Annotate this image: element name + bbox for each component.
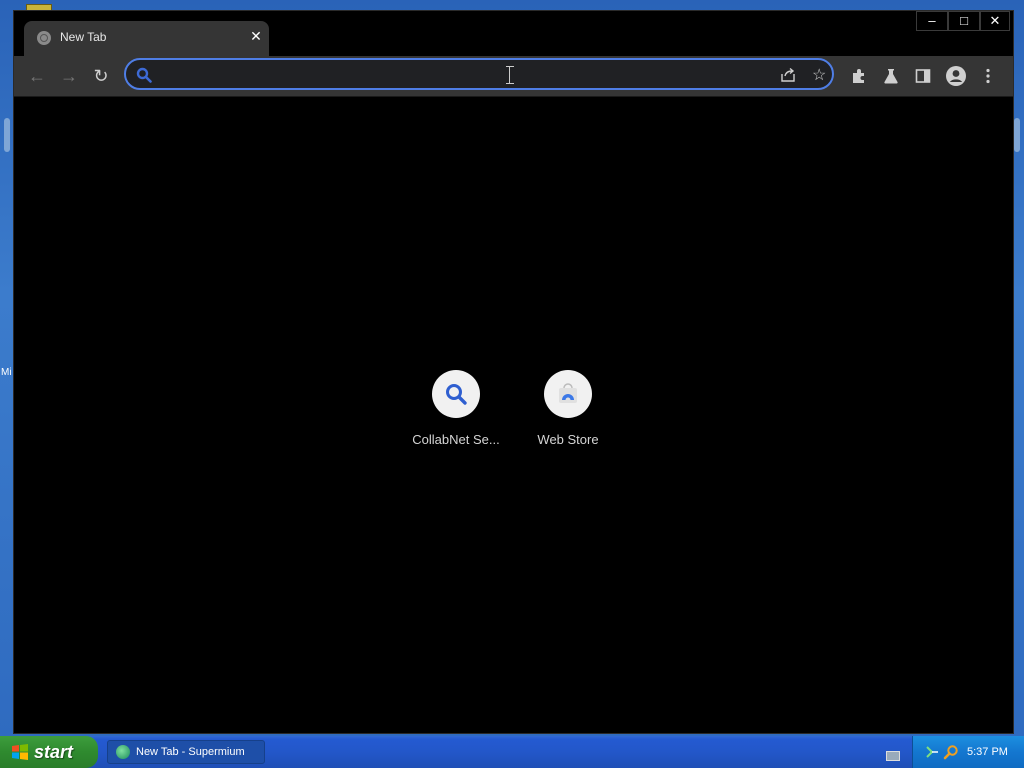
keyboard-icon[interactable] <box>886 751 900 761</box>
more-menu-icon[interactable] <box>980 67 996 85</box>
back-button[interactable]: ← <box>26 65 48 87</box>
minimize-button[interactable]: – <box>916 11 948 31</box>
tab-title: New Tab <box>60 30 107 44</box>
desktop-icon-label-partial: Mi <box>1 367 12 378</box>
tab-new-tab[interactable]: New Tab ✕ <box>24 21 269 56</box>
shortcut-web-store[interactable]: Web Store <box>518 370 618 447</box>
system-tray: 5:37 PM <box>912 736 1024 768</box>
browser-window: New Tab ✕ – □ ✕ ← → ↻ ☆ CollabNet Se... … <box>13 10 1014 734</box>
clock: 5:37 PM <box>967 746 1008 758</box>
supermium-icon <box>116 745 130 759</box>
web-store-icon <box>559 383 577 403</box>
reload-button[interactable]: ↻ <box>90 65 112 87</box>
shortcut-tile <box>432 370 480 418</box>
shortcut-tile <box>544 370 592 418</box>
profile-avatar-icon[interactable] <box>945 65 967 87</box>
taskbar-button-supermium[interactable]: New Tab - Supermium <box>107 740 265 764</box>
globe-icon <box>37 31 51 45</box>
search-icon <box>446 384 467 405</box>
shortcut-label: CollabNet Se... <box>412 432 500 447</box>
desktop-edge-left <box>4 118 10 152</box>
address-bar[interactable]: ☆ <box>124 58 834 90</box>
network-icon[interactable] <box>925 745 939 759</box>
start-button[interactable]: start <box>0 736 98 768</box>
bookmark-star-icon[interactable]: ☆ <box>812 65 826 85</box>
share-icon[interactable] <box>779 66 797 84</box>
maximize-button[interactable]: □ <box>948 11 980 31</box>
omnibox-input[interactable] <box>162 64 766 86</box>
close-window-button[interactable]: ✕ <box>980 11 1010 31</box>
toolbar: ← → ↻ ☆ <box>14 56 1013 97</box>
text-cursor-icon <box>506 66 516 84</box>
labs-flask-icon[interactable] <box>882 67 900 85</box>
taskbar: start New Tab - Supermium 5:37 PM <box>0 736 1024 768</box>
tab-close-icon[interactable]: ✕ <box>248 28 264 45</box>
search-icon <box>136 67 152 83</box>
shortcut-label: Web Store <box>537 432 599 447</box>
title-bar: New Tab ✕ – □ ✕ <box>14 11 1013 56</box>
extensions-icon[interactable] <box>850 67 868 85</box>
side-panel-icon[interactable] <box>914 67 932 85</box>
windows-flag-icon <box>12 744 28 760</box>
start-label: start <box>34 742 74 762</box>
forward-button[interactable]: → <box>58 65 80 87</box>
search-tray-icon[interactable] <box>943 744 959 760</box>
desktop-edge-right <box>1014 118 1020 152</box>
shortcut-collabnet[interactable]: CollabNet Se... <box>406 370 506 447</box>
taskbar-button-label: New Tab - Supermium <box>136 746 245 758</box>
